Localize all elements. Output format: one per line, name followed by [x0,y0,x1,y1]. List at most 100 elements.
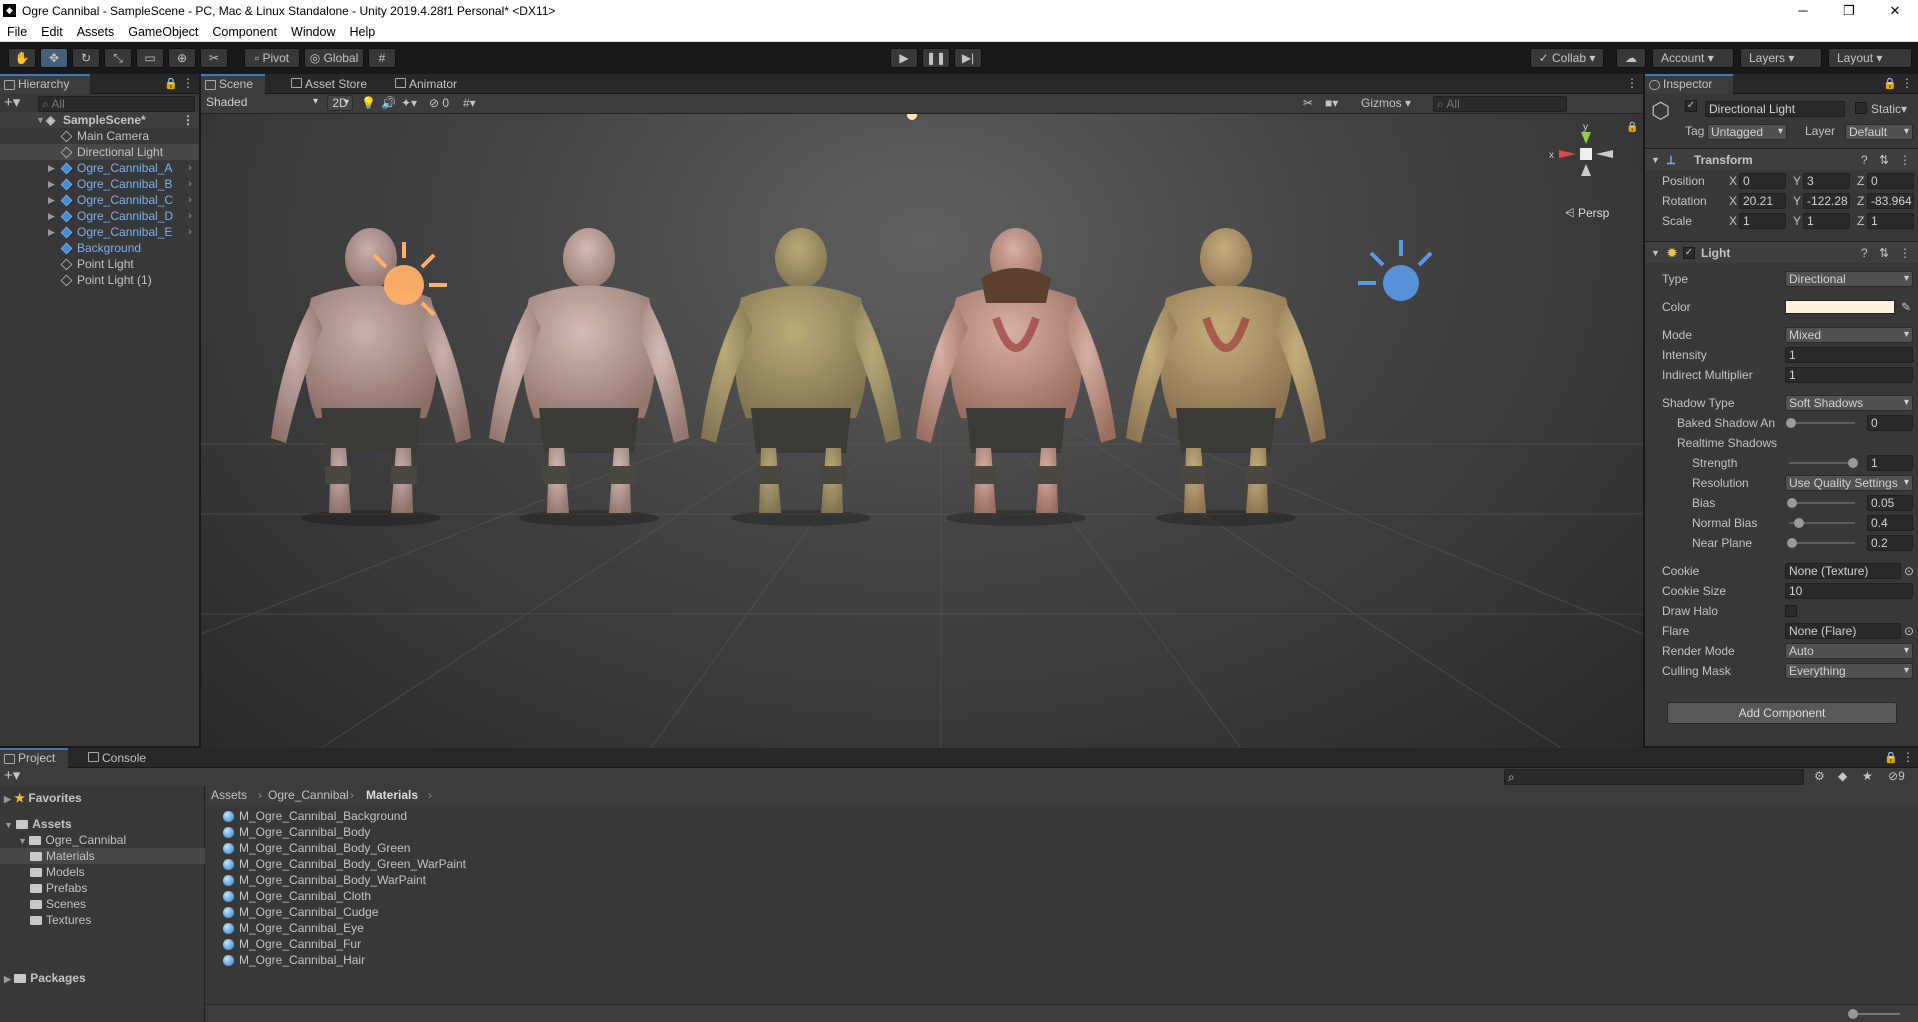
hierarchy-item[interactable]: ▶ › Ogre_Cannibal_A [0,160,199,176]
directional-light-gizmo-icon[interactable] [359,240,449,330]
file-list-item[interactable]: M_Ogre_Cannibal_Body_Green_WarPaint [223,856,466,872]
breadcrumb-ogre-cannibal[interactable]: Ogre_Cannibal [268,788,349,802]
hidden-packages-icon[interactable]: ⊘9 [1888,769,1905,783]
file-list-item[interactable]: M_Ogre_Cannibal_Body_Green [223,840,410,856]
persp-label[interactable]: ⩤ Persp [1565,206,1609,221]
static-checkbox[interactable] [1855,102,1867,114]
light-shadow-type-dropdown[interactable]: Soft Shadows [1785,395,1913,411]
transform-scale-x-field[interactable]: 1 [1739,213,1786,229]
slider-knob[interactable] [1794,518,1805,528]
prefab-open-icon[interactable]: › [188,192,192,208]
hierarchy-item[interactable]: Point Light [0,256,199,272]
foldout-arrow-icon[interactable]: ▼ [1651,242,1660,264]
play-button[interactable]: ▶ [890,48,918,68]
assets-item[interactable]: ▼ Assets [4,816,72,832]
scene-menu-icon[interactable]: ⋮ [1626,76,1638,90]
slider-knob[interactable] [1787,498,1798,508]
preset-icon[interactable]: ⇅ [1879,149,1889,171]
object-picker-icon[interactable]: ⊙ [1904,562,1914,580]
foldout-arrow-icon[interactable]: ▼ [1651,149,1660,171]
hierarchy-search-input[interactable]: ⌕ All [38,96,195,112]
close-icon[interactable]: ✕ [1872,0,1918,22]
light-normal-bias-slider[interactable] [1789,518,1855,528]
transform-position-z-field[interactable]: 0 [1867,173,1914,189]
grid-snap-icon[interactable]: # [368,48,396,68]
file-list-item[interactable]: M_Ogre_Cannibal_Eye [223,920,364,936]
minimize-icon[interactable]: ─ [1780,0,1826,22]
file-list-item[interactable]: M_Ogre_Cannibal_Background [223,808,407,824]
panel-menu-icon[interactable]: ⋮ [1901,76,1913,90]
rotate-tool-icon[interactable]: ↻ [72,48,100,68]
light-strength-slider[interactable] [1789,458,1858,468]
light-indirect-field[interactable]: 1 [1785,367,1913,383]
light-render-mode-dropdown[interactable]: Auto [1785,643,1913,659]
file-list-item[interactable]: M_Ogre_Cannibal_Body_WarPaint [223,872,426,888]
slider-knob[interactable] [1848,458,1858,468]
light-intensity-field[interactable]: 1 [1785,347,1913,363]
tag-dropdown[interactable]: Untagged [1707,124,1787,140]
help-icon[interactable]: ? [1861,242,1868,264]
light-header[interactable]: ▼ ✹ ✓ Light ? ⇅ ⋮ [1645,241,1918,263]
grid-toggle-icon[interactable]: #▾ [463,96,476,110]
layout-dropdown[interactable]: Layout ▾ [1828,48,1912,68]
transform-rotation-x-field[interactable]: 20.21 [1739,193,1786,209]
hierarchy-item[interactable]: Directional Light [0,144,199,160]
file-list-item[interactable]: M_Ogre_Cannibal_Hair [223,952,365,968]
packages-item[interactable]: ▶ Packages [4,970,86,986]
audio-toggle-icon[interactable]: 🔊 [381,96,396,110]
zoom-slider[interactable] [1848,1009,1900,1019]
maximize-icon[interactable]: ❐ [1826,0,1872,22]
hidden-objects-icon[interactable]: ⊘ 0 [429,96,449,110]
file-list-item[interactable]: M_Ogre_Cannibal_Cloth [223,888,371,904]
lock-icon[interactable]: 🔒 [1884,751,1898,764]
light-cookie-field[interactable]: None (Texture) [1785,563,1901,579]
hierarchy-item[interactable]: ▶ › Ogre_Cannibal_B [0,176,199,192]
orientation-gizmo[interactable]: y x [1541,122,1631,192]
expand-arrow-icon[interactable]: ▼ [36,112,45,128]
create-button[interactable]: +▾ [4,95,20,110]
scene-root-row[interactable]: ▼ ◈ SampleScene* ⋮ [0,112,199,128]
ogre-model[interactable] [1096,218,1356,528]
point-light-gizmo-icon[interactable] [1356,238,1446,328]
create-button[interactable]: +▾ [4,768,20,784]
expand-arrow-icon[interactable]: ▶ [48,208,55,224]
file-list-item[interactable]: M_Ogre_Cannibal_Body [223,824,370,840]
global-button[interactable]: ◎ Global [304,48,364,68]
breadcrumb-assets[interactable]: Assets [211,788,247,802]
slider-knob[interactable] [1787,538,1798,548]
project-tree-item[interactable]: Textures [0,912,205,928]
project-tree-item[interactable]: Materials [0,848,205,864]
light-resolution-dropdown[interactable]: Use Quality Settings [1785,475,1913,491]
favorites-star-icon[interactable]: ★ [1862,769,1873,783]
camera-icon[interactable]: ■▾ [1325,96,1338,110]
effects-toggle-icon[interactable]: ✦▾ [401,96,417,110]
expand-arrow-icon[interactable]: ▶ [4,974,11,984]
light-baked-slider[interactable] [1786,418,1855,428]
light-normal-bias-field[interactable]: 0.4 [1867,515,1913,531]
light-baked-field[interactable]: 0 [1867,415,1913,431]
light-mode-dropdown[interactable]: Mixed [1785,327,1913,343]
project-tree-item[interactable]: Prefabs [0,880,205,896]
tab-asset-store[interactable]: Asset Store [287,74,379,94]
prefab-open-icon[interactable]: › [188,208,192,224]
lock-icon[interactable]: 🔒 [1883,77,1897,90]
zoom-slider-knob[interactable] [1848,1009,1858,1019]
step-button[interactable]: ▶| [954,48,982,68]
light-culling-dropdown[interactable]: Everything [1785,663,1913,679]
draw-halo-checkbox[interactable] [1785,605,1797,617]
file-list-item[interactable]: M_Ogre_Cannibal_Fur [223,936,361,952]
object-name-field[interactable]: Directional Light [1705,101,1845,117]
file-list-item[interactable]: M_Ogre_Cannibal_Cudge [223,904,378,920]
expand-arrow-icon[interactable]: ▼ [18,836,29,846]
scale-tool-icon[interactable]: ⤡ [104,48,132,68]
static-dropdown[interactable]: Static▾ [1871,102,1907,116]
2d-toggle[interactable]: 2D [327,95,353,111]
layers-dropdown[interactable]: Layers ▾ [1740,48,1822,68]
light-color-swatch[interactable] [1785,300,1895,314]
gizmos-dropdown[interactable]: Gizmos ▾ [1361,96,1411,110]
transform-scale-z-field[interactable]: 1 [1867,213,1914,229]
tab-inspector[interactable]: Inspector [1645,74,1733,94]
tab-scene[interactable]: Scene [201,74,265,94]
project-tree-item[interactable]: Models [0,864,205,880]
prefab-open-icon[interactable]: › [188,176,192,192]
